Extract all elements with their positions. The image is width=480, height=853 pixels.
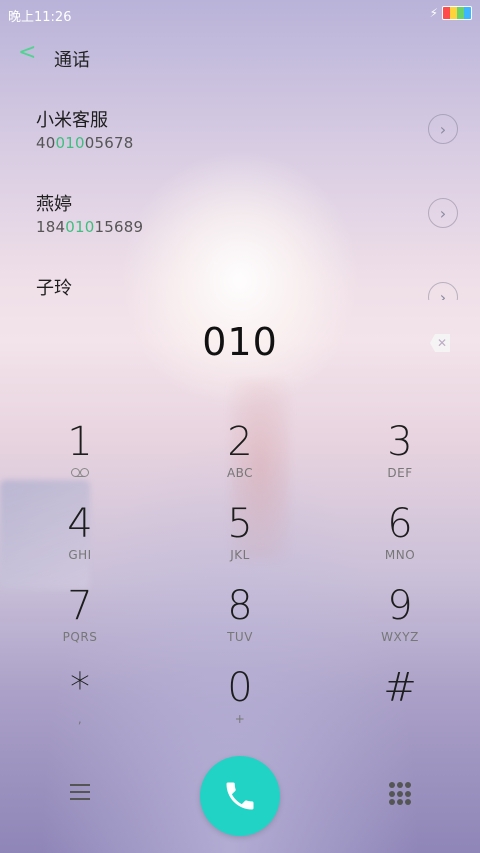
dialpad-icon[interactable]: [389, 782, 411, 806]
key-digit: 3: [387, 419, 413, 465]
bottom-bar: [0, 756, 480, 840]
contact-item[interactable]: 燕婷 18401015689 ›: [0, 180, 480, 264]
key-1[interactable]: 1: [0, 420, 160, 502]
battery-icon: [442, 6, 472, 20]
chevron-left-icon[interactable]: <: [18, 40, 36, 65]
dot: [389, 790, 395, 797]
key-digit: 1: [67, 419, 93, 465]
key-digit: 0: [227, 665, 253, 711]
contact-item[interactable]: 小米客服 4001005678 ›: [0, 96, 480, 180]
key-3[interactable]: 3 DEF: [320, 420, 480, 502]
battery-seg: [443, 7, 450, 19]
dot: [397, 790, 403, 797]
menu-line: [70, 791, 90, 793]
status-time: 晚上11:26: [8, 10, 72, 25]
dot: [397, 799, 403, 806]
key-digit: #: [383, 665, 417, 711]
chevron-right-icon[interactable]: ›: [428, 282, 458, 300]
key-letters: TUV: [227, 630, 253, 644]
key-digit: *: [70, 665, 90, 711]
chevron-right-icon[interactable]: ›: [428, 198, 458, 228]
number-prefix: 184: [36, 218, 66, 236]
dot: [389, 782, 395, 788]
key-letters: JKL: [230, 548, 250, 562]
number-match: 010: [65, 218, 95, 236]
status-icons: ⚡: [430, 6, 472, 20]
contact-item[interactable]: 子玲 ›: [0, 264, 480, 300]
key-digit: 4: [67, 501, 93, 547]
voicemail-icon: [71, 468, 89, 477]
dot: [397, 782, 403, 788]
keypad: 1 2 ABC 3 DEF 4 GHI 5 JKL 6 MNO 7 PQRS 8…: [0, 420, 480, 748]
menu-line: [70, 798, 90, 800]
dot: [405, 790, 411, 797]
battery-seg: [464, 7, 471, 19]
key-7[interactable]: 7 PQRS: [0, 584, 160, 666]
contact-suggestions: 小米客服 4001005678 › 燕婷 18401015689 › 子玲 ›: [0, 96, 480, 300]
key-8[interactable]: 8 TUV: [160, 584, 320, 666]
key-digit: 9: [387, 583, 413, 629]
key-letters: MNO: [384, 548, 416, 562]
key-digit: 8: [227, 583, 253, 629]
page-title: 通话: [54, 50, 90, 71]
number-suffix: 05678: [84, 134, 134, 152]
key-letters: PQRS: [62, 630, 98, 644]
key-2[interactable]: 2 ABC: [160, 420, 320, 502]
dialed-number: 010: [202, 320, 278, 364]
key-letters: ABC: [226, 466, 254, 480]
key-9[interactable]: 9 WXYZ: [320, 584, 480, 666]
key-digit: 7: [67, 583, 93, 629]
contact-number: 18401015689: [36, 218, 143, 236]
key-letters: +: [234, 712, 246, 726]
battery-seg: [457, 7, 464, 19]
key-letters: WXYZ: [381, 630, 419, 644]
dot: [405, 782, 411, 788]
key-star[interactable]: * ,: [0, 666, 160, 748]
contact-name: 子玲: [36, 278, 72, 299]
menu-line: [70, 784, 90, 786]
header: < 通话: [0, 40, 480, 76]
key-letters: DEF: [387, 466, 413, 480]
chevron-right-icon[interactable]: ›: [428, 114, 458, 144]
contact-name: 燕婷: [36, 194, 72, 215]
key-digit: 5: [227, 501, 253, 547]
key-letters: ,: [77, 712, 83, 726]
key-digit: 6: [387, 501, 413, 547]
contact-name: 小米客服: [36, 110, 108, 131]
contact-number: 4001005678: [36, 134, 133, 152]
key-0[interactable]: 0 +: [160, 666, 320, 748]
number-suffix: 15689: [94, 218, 144, 236]
key-digit: 2: [227, 419, 253, 465]
key-4[interactable]: 4 GHI: [0, 502, 160, 584]
phone-icon: [226, 782, 254, 810]
menu-icon[interactable]: [70, 784, 90, 800]
bolt-icon: ⚡: [429, 6, 438, 20]
close-icon: ✕: [436, 336, 448, 350]
number-prefix: 40: [36, 134, 56, 152]
key-hash[interactable]: #: [320, 666, 480, 748]
key-5[interactable]: 5 JKL: [160, 502, 320, 584]
number-match: 010: [55, 134, 85, 152]
status-bar: 晚上11:26 ⚡: [0, 0, 480, 28]
key-letters: GHI: [68, 548, 92, 562]
call-button[interactable]: [200, 756, 280, 836]
dot: [405, 799, 411, 806]
battery-seg: [450, 7, 457, 19]
key-6[interactable]: 6 MNO: [320, 502, 480, 584]
dot: [389, 799, 395, 806]
